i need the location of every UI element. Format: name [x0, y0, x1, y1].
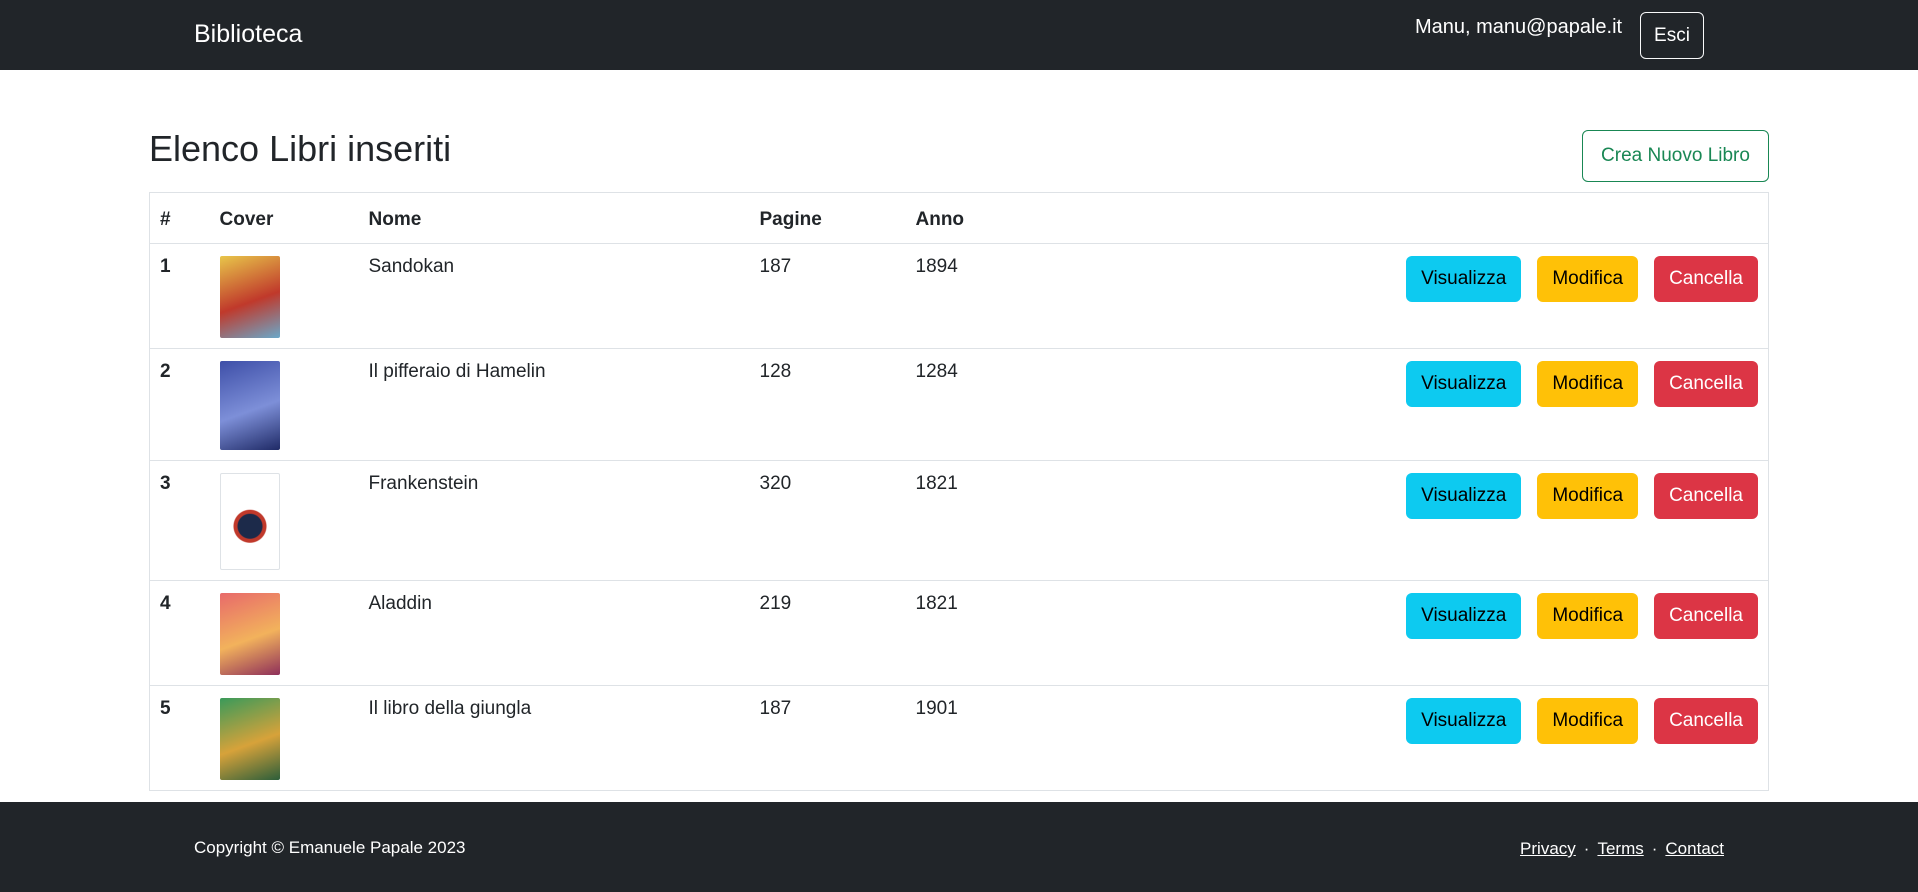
book-actions: Visualizza Modifica Cancella [1025, 580, 1769, 686]
books-table: # Cover Nome Pagine Anno 1 Sandokan 187 189… [149, 192, 1769, 791]
table-row: 5 Il libro della giungla 187 1901 Visualizza… [149, 685, 1769, 791]
column-header-actions [1025, 192, 1769, 244]
user-info: Manu, manu@papale.it [1415, 16, 1623, 38]
book-cover-image [219, 698, 280, 780]
book-name: Aladdin [358, 580, 750, 686]
book-index: 1 [149, 243, 210, 349]
book-pages: 187 [749, 243, 906, 349]
book-index: 3 [149, 460, 210, 581]
book-actions: Visualizza Modifica Cancella [1025, 460, 1769, 581]
book-year: 1821 [905, 460, 1026, 581]
privacy-link[interactable]: Privacy [1520, 839, 1576, 858]
book-cover-image [219, 361, 280, 450]
book-cover-image [219, 256, 280, 338]
book-name: Il pifferaio di Hamelin [358, 348, 750, 461]
delete-button[interactable]: Cancella [1654, 473, 1758, 519]
column-header-index: # [149, 192, 210, 244]
book-name: Frankenstein [358, 460, 750, 581]
view-button[interactable]: Visualizza [1406, 361, 1522, 407]
book-cover-image [219, 473, 280, 570]
book-cover-cell [209, 348, 359, 461]
footer-separator: · [1651, 839, 1658, 858]
delete-button[interactable]: Cancella [1654, 361, 1758, 407]
footer-links: Privacy · Terms · Contact [1520, 839, 1724, 859]
column-header-pages: Pagine [749, 192, 906, 244]
page-title: Elenco Libri inseriti [149, 128, 452, 169]
brand-link[interactable]: Biblioteca [194, 20, 302, 49]
book-cover-cell [209, 243, 359, 349]
delete-button[interactable]: Cancella [1654, 698, 1758, 744]
book-index: 4 [149, 580, 210, 686]
edit-button[interactable]: Modifica [1537, 593, 1639, 639]
create-book-button[interactable]: Crea Nuovo Libro [1582, 130, 1769, 182]
book-actions: Visualizza Modifica Cancella [1025, 348, 1769, 461]
view-button[interactable]: Visualizza [1406, 256, 1522, 302]
edit-button[interactable]: Modifica [1537, 698, 1639, 744]
delete-button[interactable]: Cancella [1654, 593, 1758, 639]
book-cover-image [219, 593, 280, 675]
view-button[interactable]: Visualizza [1406, 473, 1522, 519]
table-row: 2 Il pifferaio di Hamelin 128 1284 Visualizz… [149, 348, 1769, 461]
book-year: 1284 [905, 348, 1026, 461]
column-header-year: Anno [905, 192, 1026, 244]
book-actions: Visualizza Modifica Cancella [1025, 243, 1769, 349]
book-year: 1901 [905, 685, 1026, 791]
book-pages: 128 [749, 348, 906, 461]
book-pages: 187 [749, 685, 906, 791]
table-header-row: # Cover Nome Pagine Anno [149, 192, 1769, 244]
book-actions: Visualizza Modifica Cancella [1025, 685, 1769, 791]
edit-button[interactable]: Modifica [1537, 361, 1639, 407]
top-navbar: Biblioteca Manu, manu@papale.it Esci [0, 0, 1918, 70]
column-header-cover: Cover [209, 192, 359, 244]
page-footer: Copyright © Emanuele Papale 2023 Privacy… [0, 802, 1918, 892]
book-index: 2 [149, 348, 210, 461]
book-name: Il libro della giungla [358, 685, 750, 791]
book-pages: 219 [749, 580, 906, 686]
book-cover-cell [209, 460, 359, 581]
view-button[interactable]: Visualizza [1406, 593, 1522, 639]
table-row: 1 Sandokan 187 1894 Visualizza Modifica Cancel… [149, 243, 1769, 349]
logout-button[interactable]: Esci [1640, 12, 1704, 59]
book-pages: 320 [749, 460, 906, 581]
book-year: 1894 [905, 243, 1026, 349]
book-name: Sandokan [358, 243, 750, 349]
table-row: 4 Aladdin 219 1821 Visualizza Modifica Cancell… [149, 580, 1769, 686]
book-index: 5 [149, 685, 210, 791]
book-year: 1821 [905, 580, 1026, 686]
table-row: 3 Frankenstein 320 1821 Visualizza Modifica Ca… [149, 460, 1769, 581]
view-button[interactable]: Visualizza [1406, 698, 1522, 744]
column-header-name: Nome [358, 192, 750, 244]
footer-separator: · [1583, 839, 1590, 858]
book-cover-cell [209, 580, 359, 686]
book-cover-cell [209, 685, 359, 791]
delete-button[interactable]: Cancella [1654, 256, 1758, 302]
contact-link[interactable]: Contact [1665, 839, 1724, 858]
books-table-body: 1 Sandokan 187 1894 Visualizza Modifica Cancel… [149, 243, 1769, 791]
copyright-text: Copyright © Emanuele Papale 2023 [194, 838, 466, 857]
edit-button[interactable]: Modifica [1537, 256, 1639, 302]
edit-button[interactable]: Modifica [1537, 473, 1639, 519]
terms-link[interactable]: Terms [1597, 839, 1643, 858]
